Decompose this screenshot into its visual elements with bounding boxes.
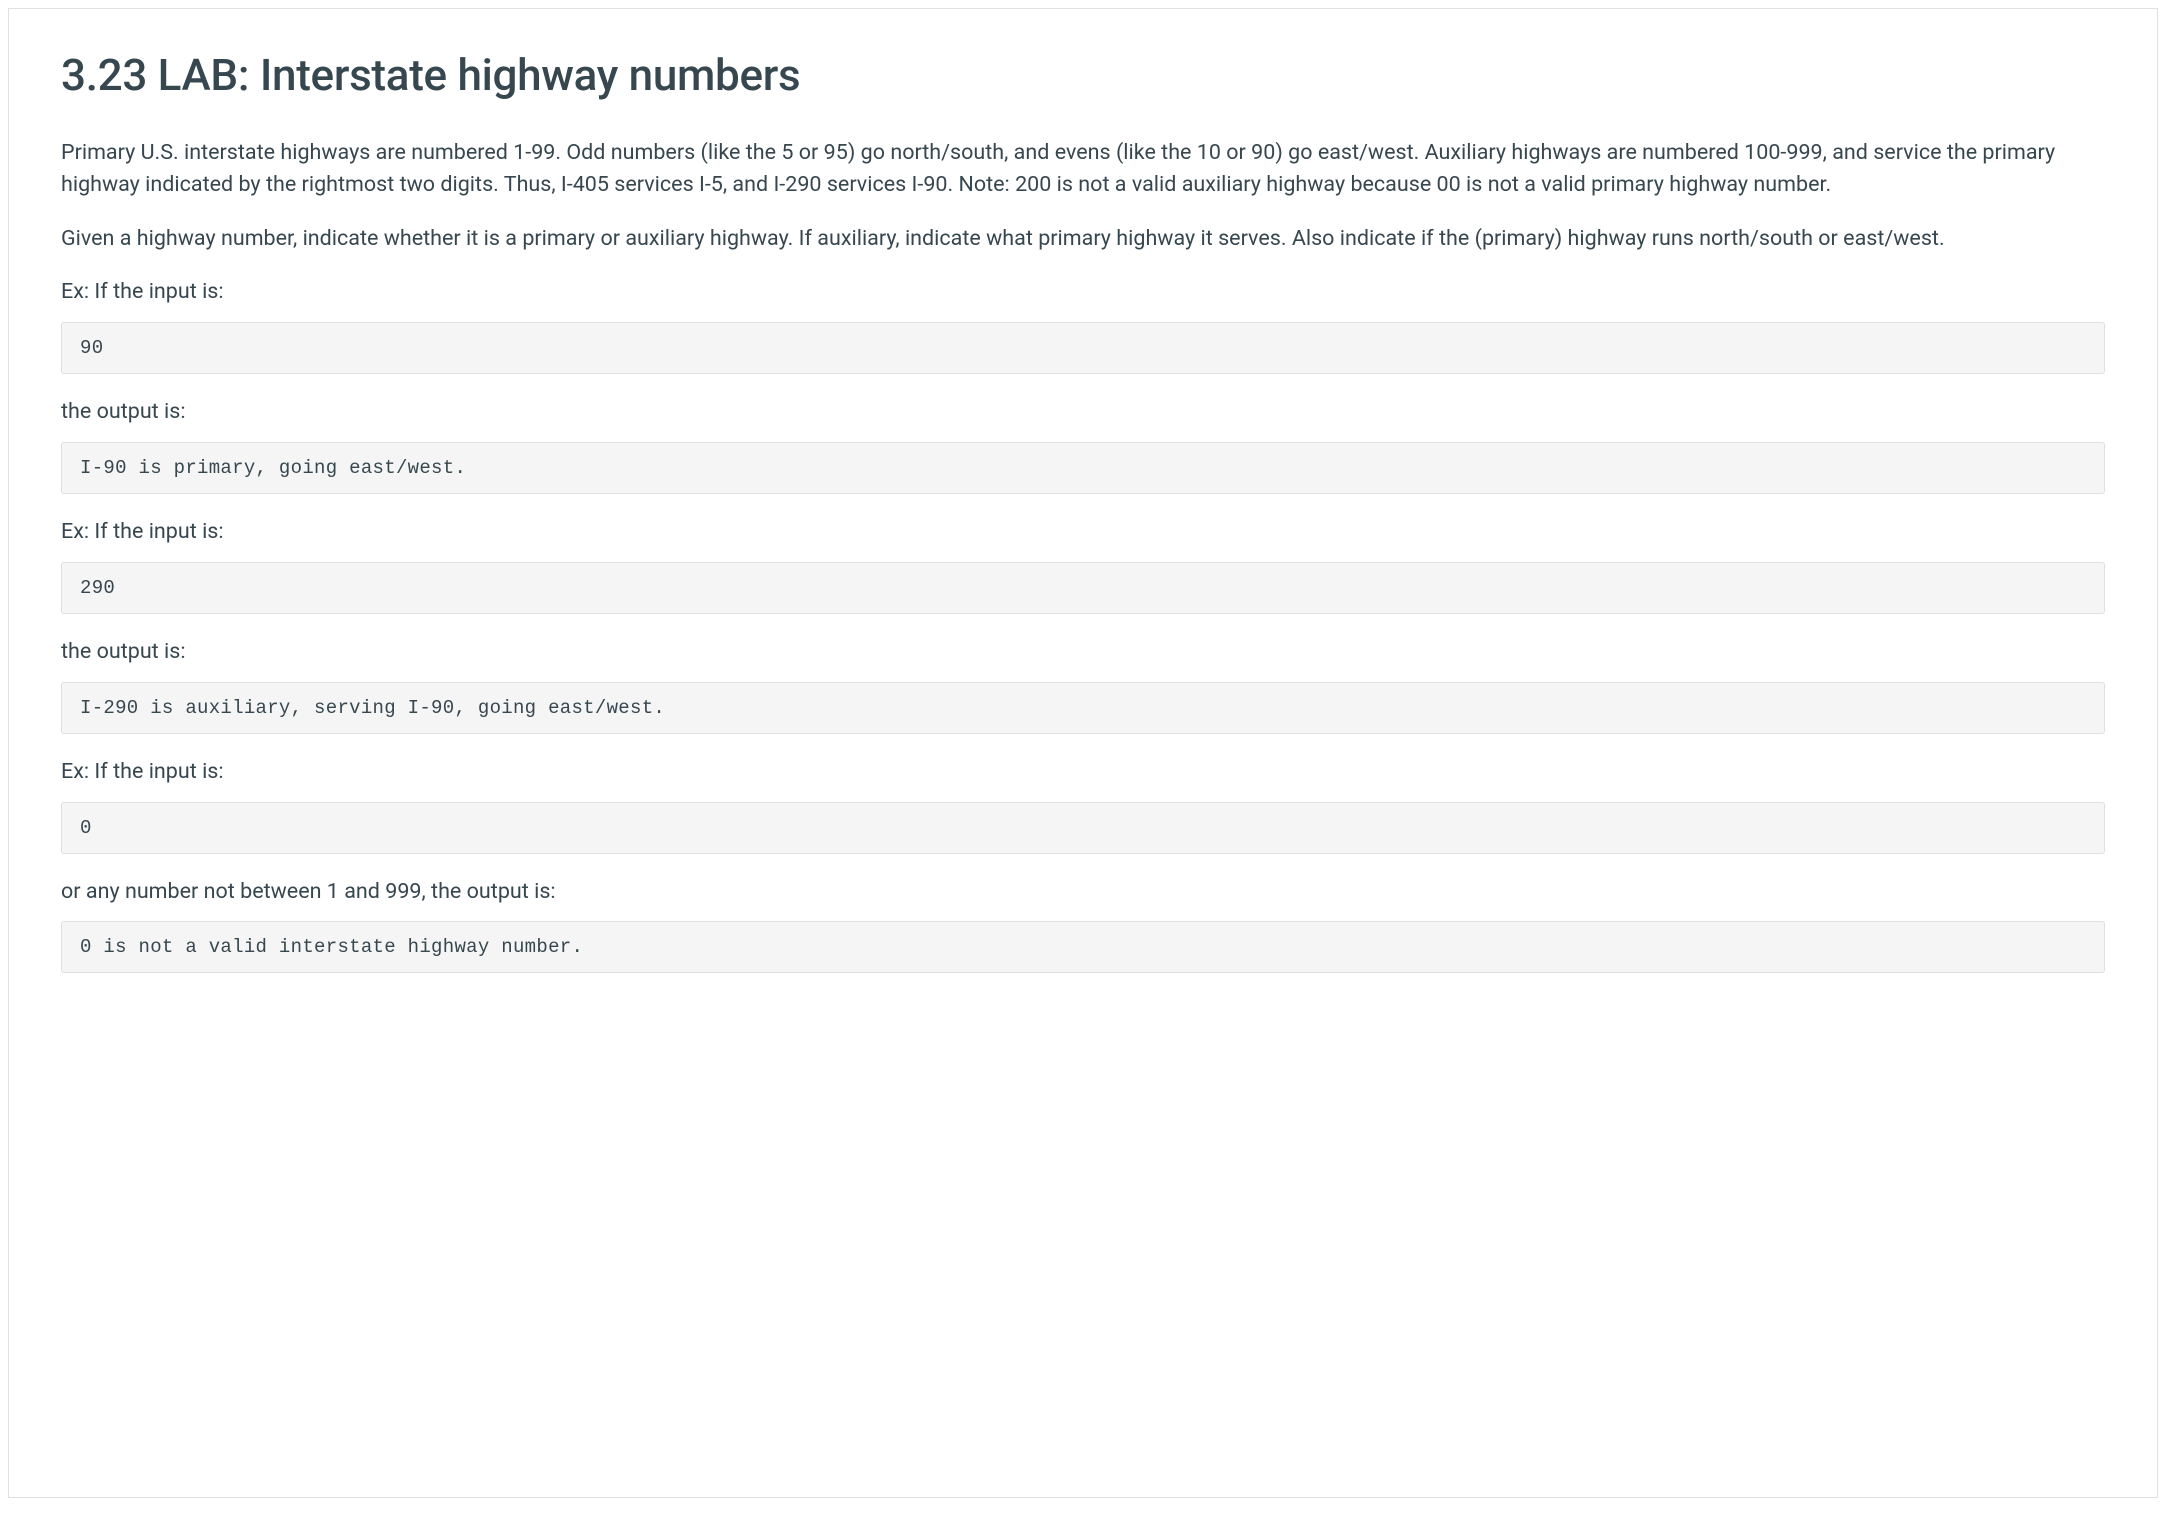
intro-paragraph-2: Given a highway number, indicate whether… — [61, 223, 2105, 255]
example-input-label: Ex: If the input is: — [61, 276, 2105, 308]
example-output-label: the output is: — [61, 636, 2105, 668]
content-panel: 3.23 LAB: Interstate highway numbers Pri… — [8, 8, 2158, 1498]
example-output-label: or any number not between 1 and 999, the… — [61, 876, 2105, 908]
example-output-code: 0 is not a valid interstate highway numb… — [61, 921, 2105, 973]
example-input-label: Ex: If the input is: — [61, 756, 2105, 788]
example-output-label: the output is: — [61, 396, 2105, 428]
example-input-code: 90 — [61, 322, 2105, 374]
example-input-code: 290 — [61, 562, 2105, 614]
intro-paragraph-1: Primary U.S. interstate highways are num… — [61, 137, 2105, 201]
example-input-label: Ex: If the input is: — [61, 516, 2105, 548]
example-output-code: I-90 is primary, going east/west. — [61, 442, 2105, 494]
example-input-code: 0 — [61, 802, 2105, 854]
page-title: 3.23 LAB: Interstate highway numbers — [61, 49, 2105, 101]
example-output-code: I-290 is auxiliary, serving I-90, going … — [61, 682, 2105, 734]
